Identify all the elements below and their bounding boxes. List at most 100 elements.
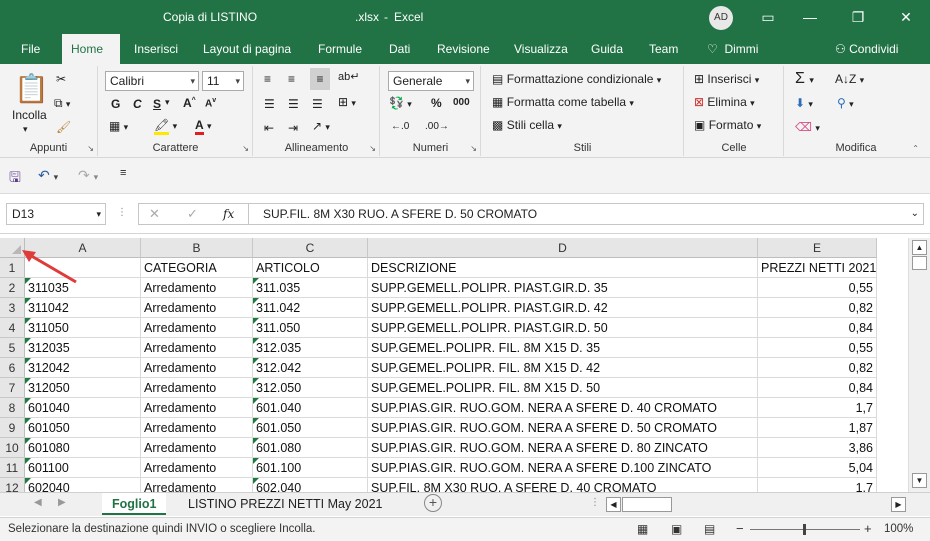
page-layout-view-icon[interactable]: ▣ <box>671 522 682 536</box>
merge-center-icon[interactable]: ⊞ ▾ <box>338 95 356 109</box>
fill-color-icon[interactable]: 🖍 ▾ <box>154 118 177 135</box>
row-header[interactable]: 7 <box>0 378 25 398</box>
cell-d11[interactable]: SUP.PIAS.GIR. RUO.GOM. NERA A SFERE D.10… <box>368 458 758 478</box>
name-box[interactable]: D13 ▾ <box>6 203 106 225</box>
user-avatar[interactable]: AD <box>709 6 733 30</box>
fill-icon[interactable]: ⬇ ▾ <box>795 96 813 110</box>
tab-splitter-icon[interactable]: ⋮ <box>590 497 600 508</box>
row-header[interactable]: 9 <box>0 418 25 438</box>
cell-d1[interactable]: DESCRIZIONE <box>368 258 758 278</box>
number-format-select[interactable]: Generale ▾ <box>388 71 474 91</box>
format-painter-icon[interactable]: 🖌 <box>56 120 71 134</box>
confirm-entry-icon[interactable]: ✓ <box>187 206 198 222</box>
share-button[interactable]: ⚇ Condividi <box>826 34 907 64</box>
customize-qat-icon[interactable]: ≡ <box>120 167 126 179</box>
tab-view[interactable]: Visualizza <box>505 34 577 64</box>
row-header[interactable]: 6 <box>0 358 25 378</box>
column-header-d[interactable]: D <box>368 238 758 258</box>
sheet-tab-foglio1[interactable]: Foglio1 <box>102 493 167 515</box>
wrap-text-icon[interactable]: ab↵ <box>338 70 359 83</box>
cell-c1[interactable]: ARTICOLO <box>253 258 368 278</box>
row-header[interactable]: 12 <box>0 478 25 492</box>
cell-c3[interactable]: 311.042 <box>253 298 368 318</box>
paste-icon[interactable]: 📋 <box>14 72 49 105</box>
collapse-ribbon-icon[interactable]: ⌃ <box>912 144 919 153</box>
cell-d10[interactable]: SUP.PIAS.GIR. RUO.GOM. NERA A SFERE D. 8… <box>368 438 758 458</box>
cell-d5[interactable]: SUP.GEMEL.POLIPR. FIL. 8M X15 D. 35 <box>368 338 758 358</box>
cell-styles-button[interactable]: ▩ Stili cella ▾ <box>492 118 562 132</box>
cell-c5[interactable]: 312.035 <box>253 338 368 358</box>
zoom-in-button[interactable]: + <box>864 521 872 536</box>
tab-file[interactable]: File <box>12 34 49 64</box>
tab-help[interactable]: Guida <box>582 34 632 64</box>
font-launcher-icon[interactable]: ↘ <box>242 144 249 153</box>
underline-dropdown-icon[interactable]: ▾ <box>165 97 170 108</box>
comma-style-icon[interactable]: 000 <box>453 97 470 108</box>
cell-e6[interactable]: 0,82 <box>758 358 877 378</box>
cell-d12[interactable]: SUP.FIL. 8M X30 RUO. A SFERE D. 40 CROMA… <box>368 478 758 492</box>
save-icon[interactable]: 🖫 <box>9 167 21 191</box>
row-header[interactable]: 8 <box>0 398 25 418</box>
cell-a4[interactable]: 311050 <box>25 318 141 338</box>
tab-data[interactable]: Dati <box>380 34 419 64</box>
align-left-icon[interactable]: ☰ <box>264 97 275 111</box>
shrink-font-icon[interactable]: Av <box>205 97 216 109</box>
row-header[interactable]: 5 <box>0 338 25 358</box>
copy-icon[interactable]: ⧉ ▾ <box>54 96 70 111</box>
format-as-table-button[interactable]: ▦ Formatta come tabella ▾ <box>492 95 634 109</box>
tab-formulas[interactable]: Formule <box>309 34 371 64</box>
align-middle-icon[interactable]: ≡ <box>288 72 295 86</box>
grow-font-icon[interactable]: A^ <box>183 96 196 110</box>
scroll-left-icon[interactable]: ◀ <box>606 497 621 512</box>
insert-function-icon[interactable]: fx <box>223 207 234 221</box>
cell-e2[interactable]: 0,55 <box>758 278 877 298</box>
decrease-indent-icon[interactable]: ⇤ <box>264 121 274 135</box>
cell-d2[interactable]: SUPP.GEMELL.POLIPR. PIAST.GIR.D. 35 <box>368 278 758 298</box>
cell-c12[interactable]: 602.040 <box>253 478 368 492</box>
cell-d4[interactable]: SUPP.GEMELL.POLIPR. PIAST.GIR.D. 50 <box>368 318 758 338</box>
borders-icon[interactable]: ▦ ▾ <box>109 119 128 133</box>
cell-b9[interactable]: Arredamento <box>141 418 253 438</box>
cell-c9[interactable]: 601.050 <box>253 418 368 438</box>
bold-button[interactable]: G <box>111 97 120 111</box>
cell-b8[interactable]: Arredamento <box>141 398 253 418</box>
align-bottom-icon[interactable]: ≡ <box>310 68 330 90</box>
tab-team[interactable]: Team <box>640 34 687 64</box>
cancel-entry-icon[interactable]: ✕ <box>149 206 160 222</box>
conditional-formatting-button[interactable]: ▤ Formattazione condizionale ▾ <box>492 72 661 86</box>
cell-c7[interactable]: 312.050 <box>253 378 368 398</box>
scroll-down-icon[interactable]: ▼ <box>912 473 927 488</box>
expand-formula-bar-icon[interactable]: ⌄ <box>911 204 919 224</box>
zoom-out-button[interactable]: − <box>736 521 744 536</box>
zoom-level[interactable]: 100% <box>884 523 913 535</box>
cell-a11[interactable]: 601100 <box>25 458 141 478</box>
page-break-view-icon[interactable]: ▤ <box>704 522 715 536</box>
cell-b7[interactable]: Arredamento <box>141 378 253 398</box>
cell-d9[interactable]: SUP.PIAS.GIR. RUO.GOM. NERA A SFERE D. 5… <box>368 418 758 438</box>
increase-decimal-icon[interactable]: ←.0 <box>391 121 409 132</box>
scroll-tabs-left-icon[interactable]: ◀ <box>34 497 42 508</box>
row-header[interactable]: 4 <box>0 318 25 338</box>
number-launcher-icon[interactable]: ↘ <box>470 144 477 153</box>
align-right-icon[interactable]: ☰ <box>312 97 323 111</box>
scroll-up-icon[interactable]: ▲ <box>912 240 927 255</box>
normal-view-icon[interactable]: ▦ <box>637 522 648 536</box>
tab-home[interactable]: Home <box>62 34 120 64</box>
insert-cells-button[interactable]: ⊞ Inserisci ▾ <box>694 72 759 86</box>
vertical-scroll-thumb[interactable] <box>912 256 927 270</box>
tab-insert[interactable]: Inserisci <box>125 34 187 64</box>
zoom-slider-thumb[interactable] <box>803 524 806 535</box>
autosum-icon[interactable]: Σ ▾ <box>795 70 814 88</box>
cell-a7[interactable]: 312050 <box>25 378 141 398</box>
increase-indent-icon[interactable]: ⇥ <box>288 121 298 135</box>
find-select-icon[interactable]: ⚲ ▾ <box>837 96 854 110</box>
cell-e9[interactable]: 1,87 <box>758 418 877 438</box>
clipboard-launcher-icon[interactable]: ↘ <box>87 144 94 153</box>
redo-icon[interactable]: ↷ ▾ <box>78 167 98 184</box>
close-button[interactable]: ✕ <box>891 4 921 30</box>
cell-e7[interactable]: 0,84 <box>758 378 877 398</box>
cell-b6[interactable]: Arredamento <box>141 358 253 378</box>
horizontal-scrollbar[interactable]: ◀ ▶ <box>604 495 908 515</box>
cell-c2[interactable]: 311.035 <box>253 278 368 298</box>
cell-d6[interactable]: SUP.GEMEL.POLIPR. FIL. 8M X15 D. 42 <box>368 358 758 378</box>
